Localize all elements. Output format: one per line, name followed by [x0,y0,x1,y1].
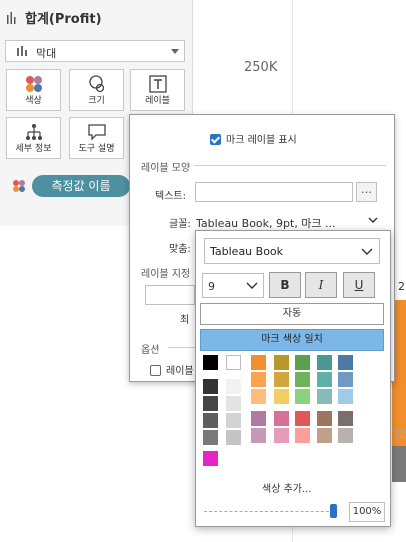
color-swatch[interactable] [317,372,332,387]
color-swatch[interactable] [317,411,332,426]
color-swatch[interactable] [226,430,241,445]
color-swatch[interactable] [274,428,289,443]
color-swatch[interactable] [338,411,353,426]
color-swatch[interactable] [203,413,218,428]
opacity-value-field[interactable]: 100% [349,502,385,522]
color-swatch[interactable] [251,428,266,443]
color-swatch[interactable] [274,355,289,370]
marks-card-title: 합계(Profit) [7,8,102,27]
color-swatch[interactable] [203,396,218,411]
chevron-down-icon[interactable] [368,216,378,224]
size-circles-icon [88,75,104,93]
show-labels-checkbox[interactable]: 마크 레이블 표시 [210,131,297,146]
color-swatch[interactable] [274,411,289,426]
color-swatch[interactable] [317,428,332,443]
color-swatch[interactable] [317,355,332,370]
section-label-appearance: 레이블 모양 [141,163,191,174]
chevron-down-icon [171,49,179,54]
bar-chart-icon [17,46,27,56]
color-button-label: 색상 [25,96,42,106]
color-swatch-grid [196,231,392,476]
divider [194,165,386,166]
bar-label: 329 [393,428,406,441]
color-swatch[interactable] [203,451,218,466]
size-button-label: 크기 [88,96,105,106]
marks-title-text: 합계(Profit) [25,12,102,27]
text-edit-button[interactable]: … [356,182,377,202]
show-labels-text: 마크 레이블 표시 [226,135,297,146]
font-format-popup: Tableau Book 9 B I U 자동 마크 색상 일치 색상 추가..… [195,230,391,527]
color-swatch[interactable] [226,396,241,411]
bar-label: 21 [398,280,406,293]
bar-chart-icon [7,12,16,24]
color-swatch[interactable] [203,355,218,370]
tooltip-button-label: 도구 설명 [78,144,115,154]
color-swatch[interactable] [338,389,353,404]
color-swatch[interactable] [226,355,241,370]
mark-type-dropdown[interactable]: 막대 [5,40,185,62]
font-label: 글꼴: [169,219,191,230]
font-dropdown[interactable]: Tableau Book, 9pt, 마크 ... [196,215,336,231]
color-swatch[interactable] [274,389,289,404]
more-colors-link[interactable]: 색상 추가... [262,480,312,495]
color-swatch[interactable] [203,379,218,394]
divider [168,347,196,348]
text-label: 텍스트: [155,191,186,202]
color-swatch[interactable] [203,430,218,445]
size-button[interactable]: 크기 [69,69,124,111]
color-swatch[interactable] [338,372,353,387]
option-checkbox[interactable]: 레이블 [150,362,194,377]
color-dots-icon [13,180,25,192]
color-swatch[interactable] [295,389,310,404]
min-max-label: 최 [180,315,190,326]
measure-names-pill[interactable]: 측정값 이름 [32,175,130,197]
mark-type-value: 막대 [36,47,57,60]
section-marks-to-label: 레이블 지정 [141,269,191,280]
color-swatch[interactable] [226,413,241,428]
detail-button-label: 세부 정보 [15,144,52,154]
marks-to-label-field[interactable] [145,285,195,305]
color-swatch[interactable] [295,355,310,370]
color-swatch[interactable] [251,411,266,426]
checkbox-unchecked-icon [150,365,161,376]
detail-tree-icon [25,124,42,140]
color-swatch[interactable] [295,372,310,387]
tooltip-button[interactable]: 도구 설명 [69,117,124,159]
color-swatch[interactable] [338,428,353,443]
tooltip-speech-icon [87,124,106,141]
color-swatch[interactable] [226,379,241,394]
axis-tick-label: 250K [244,60,278,75]
color-swatch[interactable] [317,389,332,404]
checkbox-checked-icon [210,134,221,145]
text-field[interactable] [195,182,353,202]
section-options: 옵션 [141,345,160,356]
chart-bar-gray[interactable] [392,446,406,482]
color-swatch[interactable] [251,389,266,404]
color-swatch[interactable] [295,411,310,426]
detail-button[interactable]: 세부 정보 [6,117,61,159]
color-swatch[interactable] [274,372,289,387]
color-swatch[interactable] [295,428,310,443]
color-swatch[interactable] [251,372,266,387]
label-button[interactable]: 레이블 [130,69,185,111]
color-dots-icon [25,76,42,92]
align-label: 맞춤: [169,244,191,255]
opacity-slider-thumb[interactable] [330,504,337,518]
color-button[interactable]: 색상 [6,69,61,111]
label-button-label: 레이블 [145,96,170,106]
option-checkbox-label: 레이블 [166,366,194,377]
color-swatch[interactable] [338,355,353,370]
opacity-slider-track[interactable] [204,511,334,513]
text-label-icon [148,75,167,93]
color-swatch[interactable] [251,355,266,370]
